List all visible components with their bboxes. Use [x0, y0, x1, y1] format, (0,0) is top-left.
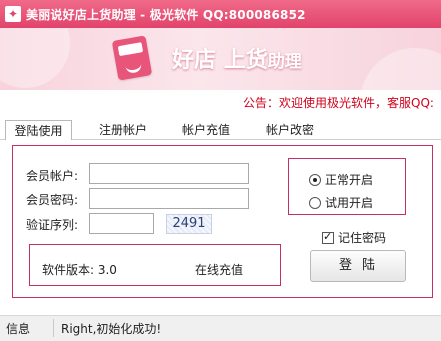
- account-input[interactable]: [89, 163, 249, 184]
- remember-checkbox[interactable]: [322, 230, 334, 244]
- tab-register[interactable]: 注册帐户: [93, 120, 153, 140]
- account-label: 会员帐户:: [26, 169, 79, 183]
- password-label: 会员密码:: [26, 193, 79, 207]
- banner-decoration: [360, 48, 441, 90]
- banner-title-part1: 好店: [172, 48, 217, 73]
- banner: 好店 上货助理: [0, 28, 441, 90]
- shopping-bag-icon: [111, 35, 153, 81]
- remember-label: 记住密码: [338, 231, 387, 245]
- verify-input[interactable]: [89, 213, 154, 234]
- title-bar: ✦ 美丽说好店上货助理 - 极光软件 QQ:800086852: [0, 0, 441, 28]
- status-message: Right,初始化成功!: [61, 322, 162, 336]
- info-box: 软件版本: 3.0 在线充值: [29, 244, 281, 286]
- mode-trial-label: 试用开启: [325, 196, 374, 210]
- mode-normal-label: 正常开启: [325, 173, 374, 187]
- remember-password-option[interactable]: 记住密码: [322, 229, 386, 246]
- mode-normal-option[interactable]: 正常开启: [309, 171, 373, 188]
- radio-normal[interactable]: [309, 173, 321, 186]
- tab-recharge[interactable]: 帐户充值: [176, 120, 236, 140]
- version-text: 软件版本: 3.0: [42, 263, 117, 277]
- notice-bar: 公告：欢迎使用极光软件，客服QQ:: [0, 92, 441, 112]
- mode-group: 正常开启 试用开启: [288, 158, 406, 215]
- banner-title-part3: 助理: [267, 52, 302, 72]
- password-input[interactable]: [89, 188, 249, 209]
- status-divider: [53, 319, 54, 337]
- status-label: 信息: [6, 322, 31, 336]
- captcha-image[interactable]: 2491: [166, 214, 212, 234]
- online-recharge-link[interactable]: 在线充值: [195, 261, 243, 278]
- status-bar: 信息 Right,初始化成功!: [0, 315, 441, 341]
- notice-text: 公告：欢迎使用极光软件，客服QQ:: [243, 96, 434, 110]
- login-button[interactable]: 登陆: [310, 250, 406, 282]
- tab-login[interactable]: 登陆使用: [5, 120, 72, 140]
- window-title: 美丽说好店上货助理 - 极光软件 QQ:800086852: [26, 7, 306, 22]
- tab-bar: 登陆使用 注册帐户 帐户充值 帐户改密: [0, 118, 441, 140]
- tab-change-password[interactable]: 帐户改密: [260, 120, 320, 140]
- banner-decoration: [0, 28, 70, 88]
- banner-title: 好店 上货助理: [172, 42, 302, 74]
- app-logo-icon: ✦: [5, 6, 21, 22]
- mode-trial-option[interactable]: 试用开启: [309, 194, 373, 211]
- banner-title-part2: 上货: [223, 48, 268, 73]
- verify-label: 验证序列:: [26, 218, 79, 232]
- radio-trial[interactable]: [309, 196, 321, 209]
